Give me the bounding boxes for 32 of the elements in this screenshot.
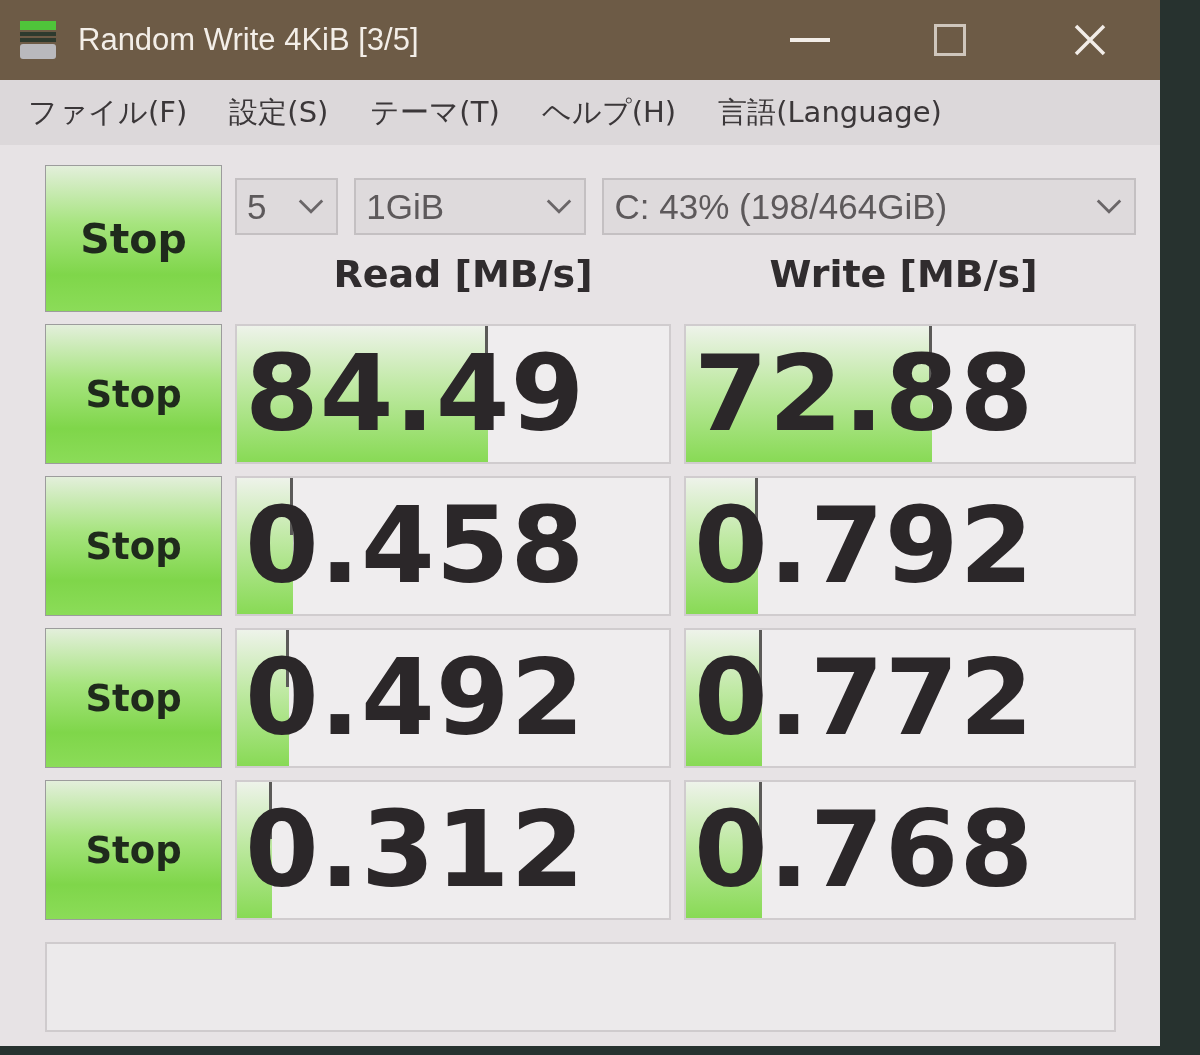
read-speed-value: 0.458: [244, 493, 586, 599]
menu-item[interactable]: ファイル(F): [22, 88, 194, 137]
menu-item[interactable]: テーマ(T): [364, 88, 506, 137]
stop-button[interactable]: Stop: [45, 628, 222, 768]
chevron-down-icon: [1096, 199, 1122, 214]
write-speed-value: 0.792: [693, 493, 1035, 599]
stop-button[interactable]: Stop: [45, 780, 222, 920]
menu-item[interactable]: 設定(S): [223, 88, 335, 137]
chevron-down-icon: [298, 199, 325, 214]
chevron-down-icon: [546, 199, 573, 214]
menu-item[interactable]: ヘルプ(H): [535, 88, 683, 137]
drive-stack-icon: [18, 20, 58, 60]
write-speed-value: 0.772: [693, 645, 1035, 751]
comment-field[interactable]: [45, 942, 1116, 1032]
stop-all-button[interactable]: Stop: [45, 165, 222, 312]
stop-button[interactable]: Stop: [45, 324, 222, 464]
read-speed-value: 84.49: [244, 341, 586, 447]
read-speed-value: 0.492: [244, 645, 586, 751]
menu-item[interactable]: 言語(Language): [712, 88, 948, 137]
drive-dropdown[interactable]: C: 43% (198/464GiB): [602, 178, 1136, 235]
column-header: Write [MB/s]: [769, 251, 1038, 296]
write-speed-value: 72.88: [693, 341, 1035, 447]
write-speed-value: 0.768: [693, 797, 1035, 903]
stop-button[interactable]: Stop: [45, 476, 222, 616]
maximize-icon: [934, 24, 966, 56]
count-dropdown[interactable]: 5: [235, 178, 339, 235]
window-title: Random Write 4KiB [3/5]: [78, 22, 419, 58]
close-icon: [1074, 24, 1106, 56]
size-dropdown[interactable]: 1GiB: [354, 178, 587, 235]
column-header: Read [MB/s]: [333, 251, 593, 296]
minimize-icon: [790, 38, 830, 42]
read-speed-value: 0.312: [244, 797, 586, 903]
